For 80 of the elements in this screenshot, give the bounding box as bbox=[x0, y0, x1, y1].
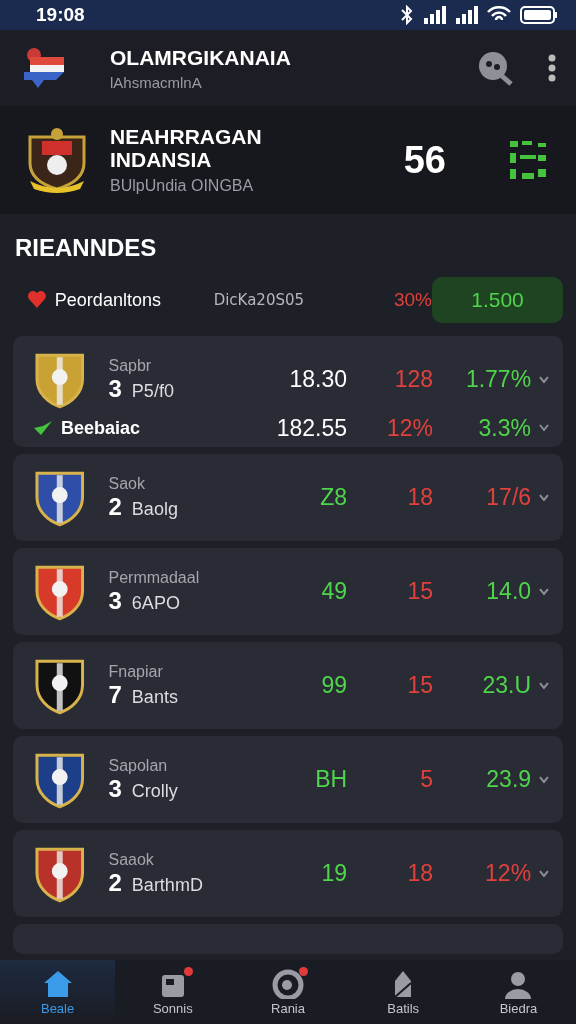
team-label: Permmadaal bbox=[108, 568, 201, 587]
value-text: 12% bbox=[484, 860, 532, 887]
chevron-icon[interactable] bbox=[539, 775, 549, 784]
summary-change: 30% bbox=[392, 289, 432, 311]
chevron-icon[interactable] bbox=[539, 681, 549, 690]
team-code: BarthmD bbox=[131, 874, 203, 896]
clock-time: 19:08 bbox=[36, 4, 85, 26]
value-text: 5 bbox=[419, 766, 434, 793]
rank-text: 3 bbox=[108, 374, 122, 403]
list-icon[interactable] bbox=[508, 139, 548, 181]
value-text: 99 bbox=[320, 672, 348, 699]
value-text: 18.30 bbox=[288, 366, 348, 393]
team-code: Bants bbox=[131, 686, 178, 708]
rank-text: 2 bbox=[108, 868, 122, 897]
more-icon[interactable] bbox=[548, 54, 556, 82]
chevron-icon[interactable] bbox=[539, 869, 549, 878]
app-subtitle: lAhsmacmlnA bbox=[110, 73, 203, 91]
nav-tab[interactable]: Sonnis bbox=[115, 960, 231, 1024]
nav-tab[interactable]: Biedra bbox=[460, 960, 576, 1024]
flag-icon bbox=[24, 47, 66, 89]
bluetooth-icon bbox=[400, 5, 414, 25]
signal-icon bbox=[454, 6, 478, 24]
summary-code: DicKa20S05 bbox=[213, 291, 306, 309]
search-icon[interactable] bbox=[476, 50, 514, 86]
app-title: OLAMRGIKANAIA bbox=[110, 45, 292, 70]
team-card[interactable]: Sapbr 3 P5/f0 18.30 128 1.77% Beebaiac 182.55 12% 3.3% bbox=[13, 336, 563, 447]
team-code: 6APO bbox=[131, 592, 180, 614]
battery-icon bbox=[520, 6, 558, 24]
value-text: 1.77% bbox=[464, 366, 532, 393]
team-card[interactable]: Fnapiar 7 Bants 99 15 23.U bbox=[13, 642, 563, 729]
value-text: 23.U bbox=[481, 672, 532, 699]
section-title: RIEANNDES bbox=[14, 233, 158, 263]
value-text: 49 bbox=[320, 578, 348, 605]
rank-text: 3 bbox=[108, 586, 122, 615]
chevron-icon[interactable] bbox=[539, 587, 549, 596]
rank-text: 2 bbox=[108, 492, 122, 521]
team-label: Sapolan bbox=[108, 756, 169, 775]
team-label: Saaok bbox=[108, 850, 155, 869]
value-text: 12% bbox=[385, 414, 433, 442]
value-text: Z8 bbox=[319, 484, 348, 511]
team-code: Crolly bbox=[131, 780, 178, 802]
row-label: Beebaiac bbox=[61, 417, 141, 439]
ring-icon bbox=[272, 968, 304, 999]
value-text: 3.3% bbox=[477, 414, 531, 442]
score-text: 56 bbox=[403, 138, 446, 182]
team-card[interactable]: Saaok 2 BarthmD 19 18 12% bbox=[13, 830, 563, 917]
chevron-icon[interactable] bbox=[539, 375, 549, 384]
rank-text: 3 bbox=[108, 774, 122, 803]
value-text: 17/6 bbox=[485, 484, 532, 511]
team-subtitle: BUlpUndia OINGBA bbox=[110, 177, 255, 196]
signal-icon bbox=[422, 6, 446, 24]
summary-label: Peordanltons bbox=[54, 289, 162, 311]
value-text: 23.9 bbox=[485, 766, 532, 793]
value-text: 182.55 bbox=[275, 414, 347, 442]
team-card[interactable]: Permmadaal 3 6APO 49 15 14.0 bbox=[13, 548, 563, 635]
nav-tab[interactable]: Batils bbox=[345, 960, 461, 1024]
value-text: 15 bbox=[406, 578, 434, 605]
value-text: 14.0 bbox=[485, 578, 532, 605]
value-text: 18 bbox=[406, 860, 434, 887]
team-name: NEAHRRAGAN INDANSIA bbox=[110, 124, 263, 172]
value-text: 19 bbox=[320, 860, 348, 887]
crest-icon bbox=[26, 127, 88, 193]
arrow-icon bbox=[33, 420, 53, 436]
nav-tab[interactable]: Rania bbox=[230, 960, 346, 1024]
value-text: 18 bbox=[406, 484, 434, 511]
value-text: BH bbox=[314, 766, 348, 793]
heart-icon bbox=[27, 290, 47, 310]
team-code: Baolg bbox=[131, 498, 178, 520]
team-card[interactable]: Saok 2 Baolg Z8 18 17/6 bbox=[13, 454, 563, 541]
team-card[interactable]: Sapolan 3 Crolly BH 5 23.9 bbox=[13, 736, 563, 823]
team-label: Saok bbox=[108, 474, 146, 493]
team-label: Fnapiar bbox=[108, 662, 164, 681]
summary-value: 1.500 bbox=[432, 277, 563, 323]
rank-text: 7 bbox=[108, 680, 122, 709]
value-text: 15 bbox=[406, 672, 434, 699]
team-label: Sapbr bbox=[108, 356, 153, 375]
value-text: 128 bbox=[393, 366, 434, 393]
team-code: P5/f0 bbox=[131, 380, 174, 402]
chevron-icon[interactable] bbox=[539, 493, 549, 502]
chevron-icon[interactable] bbox=[539, 424, 549, 432]
